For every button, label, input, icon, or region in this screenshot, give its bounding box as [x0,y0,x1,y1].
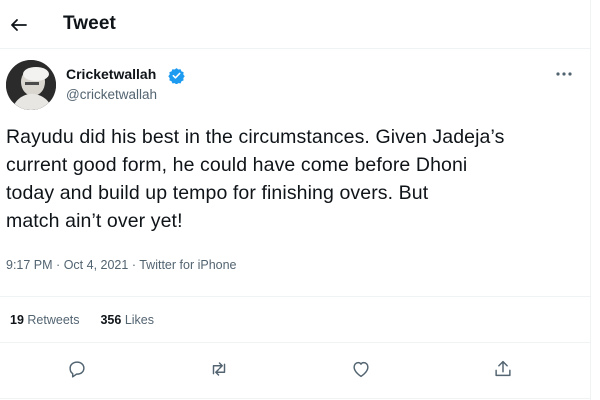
retweet-icon[interactable] [208,358,230,380]
engagement-stats: 19 Retweets 356 Likes [10,313,154,327]
author-name[interactable]: Cricketwallah [66,66,156,82]
column-border [590,0,591,400]
tweet-text-line: current good form, he could have come be… [6,154,468,176]
more-options-icon[interactable] [554,66,574,82]
stats-divider [0,342,590,343]
retweets-label: Retweets [27,313,80,327]
share-icon[interactable] [492,358,514,380]
tweet-text-line: match ain’t over yet! [6,210,183,232]
page-title: Tweet [63,13,116,34]
likes-count: 356 [100,313,122,327]
meta-separator: · [131,258,136,272]
tweet-text-line: today and build up tempo for finishing o… [6,182,429,204]
header-divider [0,48,590,49]
tweet-text: Rayudu did his best in the circumstances… [6,123,566,235]
author-handle[interactable]: @cricketwallah [66,87,157,102]
page-header: Tweet [0,0,600,50]
actions-divider [0,398,590,399]
tweet-text-line: Rayudu did his best in the circumstances… [6,126,505,148]
retweets-count: 19 [10,313,24,327]
metadata-divider [0,296,590,297]
reply-icon[interactable] [66,358,88,380]
meta-separator: · [56,258,61,272]
verified-badge-icon [168,67,185,85]
tweet-date[interactable]: Oct 4, 2021 [64,258,129,272]
likes-label: Likes [124,313,154,327]
tweet-metadata: 9:17 PM · Oct 4, 2021 · Twitter for iPho… [6,258,237,272]
tweet-time[interactable]: 9:17 PM [6,258,53,272]
like-icon[interactable] [350,358,372,380]
avatar[interactable] [6,60,56,110]
tweet-source[interactable]: Twitter for iPhone [139,258,236,272]
retweets-stat[interactable]: 19 Retweets [10,313,83,327]
back-arrow-icon[interactable] [6,13,32,37]
likes-stat[interactable]: 356 Likes [100,313,154,327]
